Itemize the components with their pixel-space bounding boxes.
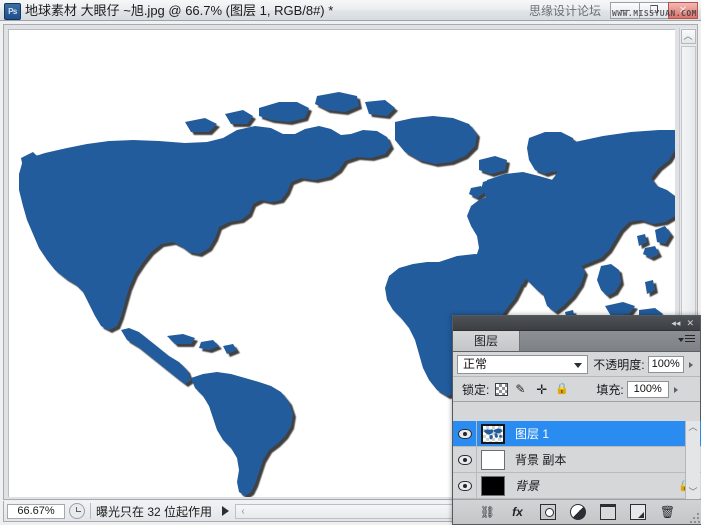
layer-thumbnail-black <box>481 475 505 496</box>
eye-icon <box>457 428 472 439</box>
collapse-panel-icon[interactable]: ◂◂ <box>671 316 680 330</box>
eye-icon <box>457 480 472 491</box>
blend-mode-value: 正常 <box>463 356 488 371</box>
lock-position-icon[interactable]: ✛ <box>535 383 548 396</box>
layer-thumbnail-map <box>481 423 505 444</box>
fill-input[interactable]: 100% <box>626 380 669 398</box>
table-row[interactable]: 图层 1 <box>453 421 701 447</box>
opacity-label: 不透明度: <box>593 357 645 372</box>
status-divider <box>90 503 91 519</box>
tab-layers[interactable]: 图层 <box>453 331 520 351</box>
eye-icon <box>457 454 472 465</box>
fill-slider-arrow-icon[interactable] <box>670 381 683 398</box>
table-row[interactable]: 背景 🔒 <box>453 472 701 499</box>
blend-opacity-row: 正常 不透明度: 100% <box>453 352 700 377</box>
layer-name[interactable]: 背景 <box>509 477 678 494</box>
photoshop-app-icon: Ps <box>4 3 21 20</box>
layer-thumbnail-cell <box>477 473 509 499</box>
layer-name[interactable]: 背景 副本 <box>509 451 701 468</box>
panel-title-bar: ◂◂ ✕ <box>453 316 700 331</box>
close-button[interactable]: ✕ <box>668 2 698 19</box>
zoom-level-field[interactable]: 66.67% <box>7 503 65 519</box>
panel-menu-icon[interactable] <box>678 334 695 347</box>
lock-transparency-icon[interactable] <box>495 382 509 396</box>
scroll-up-arrow[interactable]: ︿ <box>680 29 696 44</box>
status-expand-icon[interactable] <box>222 506 230 516</box>
layer-list-scrollbar[interactable]: ︿ ﹀ <box>685 421 700 499</box>
layer-scroll-down-icon[interactable]: ﹀ <box>686 486 700 499</box>
layer-style-fx-icon[interactable]: fx <box>510 504 526 520</box>
document-title: 地球素材 大眼仔 ~旭.jpg @ 66.7% (图层 1, RGB/8#) * <box>25 3 334 18</box>
clock-icon <box>69 503 85 519</box>
maximize-icon: ❐ <box>649 5 659 16</box>
scroll-left-arrow[interactable]: ‹ <box>236 505 250 518</box>
title-bar: Ps 地球素材 大眼仔 ~旭.jpg @ 66.7% (图层 1, RGB/8#… <box>0 0 701 21</box>
close-panel-icon[interactable]: ✕ <box>686 316 694 330</box>
layer-thumbnail-cell <box>477 447 509 473</box>
layer-thumbnail-white <box>481 449 505 470</box>
blend-mode-select[interactable]: 正常 <box>457 354 589 374</box>
layer-list[interactable]: 图层 1 背景 副本 背景 🔒 <box>453 421 701 499</box>
new-group-icon[interactable] <box>599 504 616 520</box>
close-icon: ✕ <box>678 5 688 16</box>
layer-thumbnail-cell <box>477 421 509 447</box>
new-layer-icon[interactable] <box>629 504 646 520</box>
status-message: 曝光只在 32 位起作用 <box>96 504 213 519</box>
photoshop-window: Ps 地球素材 大眼仔 ~旭.jpg @ 66.7% (图层 1, RGB/8#… <box>0 0 701 525</box>
layer-name[interactable]: 图层 1 <box>509 425 701 442</box>
layer-scroll-up-icon[interactable]: ︿ <box>686 421 700 434</box>
minimize-button[interactable]: — <box>610 2 640 19</box>
adjustment-layer-icon[interactable] <box>569 504 586 520</box>
fill-label: 填充: <box>596 382 624 397</box>
maximize-button[interactable]: ❐ <box>639 2 669 19</box>
lock-image-icon[interactable]: ✎ <box>515 382 528 396</box>
layer-visibility-toggle[interactable] <box>453 446 477 473</box>
lock-buttons: ✎ ✛ 🔒 <box>495 382 569 396</box>
forum-brand-label: 思缘设计论坛 <box>528 4 601 18</box>
add-layer-mask-icon[interactable] <box>539 504 556 520</box>
thumbnail-map-icon <box>483 427 503 440</box>
panel-tab-strip: 图层 <box>453 331 700 352</box>
panel-resize-grip[interactable] <box>690 512 700 523</box>
opacity-input[interactable]: 100% <box>647 355 684 373</box>
opacity-slider-arrow-icon[interactable] <box>685 356 696 373</box>
window-controls: — ❐ ✕ <box>610 2 698 19</box>
lock-fill-row: 锁定: ✎ ✛ 🔒 填充: 100% <box>453 377 700 402</box>
layer-visibility-toggle[interactable] <box>453 421 477 447</box>
layers-panel: ◂◂ ✕ 图层 正常 不透明度: 100% 锁定: ✎ ✛ 🔒 填充: 100%… <box>452 315 701 525</box>
chevron-down-icon <box>574 362 583 368</box>
layers-panel-footer: ⛓ fx 🗑 <box>453 499 701 524</box>
delete-layer-icon[interactable]: 🗑 <box>660 504 676 520</box>
lock-all-icon[interactable]: 🔒 <box>555 383 569 396</box>
minimize-icon: — <box>620 5 630 16</box>
link-layers-icon[interactable]: ⛓ <box>480 504 496 520</box>
lock-label: 锁定: <box>462 382 490 397</box>
table-row[interactable]: 背景 副本 <box>453 446 701 473</box>
layer-visibility-toggle[interactable] <box>453 472 477 499</box>
